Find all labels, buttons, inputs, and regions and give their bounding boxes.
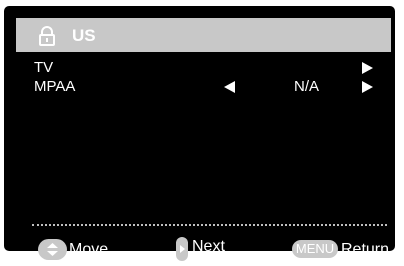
page-title: US [72,26,96,45]
move-key-icon [38,239,67,260]
footer-divider [32,224,387,226]
rating-row-mpaa[interactable]: MPAA N/A [16,78,391,96]
tv-osd-frame: US TV MPAA N/A Move Next MENU Return [4,6,395,261]
next-key-icon [176,237,188,261]
lock-icon [39,26,55,46]
row-label: MPAA [34,78,76,95]
move-hint-label: Move [69,241,109,258]
row-label: TV [34,59,54,76]
row-value: N/A [294,78,320,95]
arrow-right-icon[interactable] [362,81,373,93]
arrow-right-icon[interactable] [362,62,373,74]
next-hint-label: Next [192,238,225,255]
rating-row-tv[interactable]: TV [16,59,391,77]
menu-key-icon: MENU [292,240,338,258]
arrow-left-icon[interactable] [224,81,235,93]
osd-screen: US TV MPAA N/A Move Next MENU Return [16,18,391,261]
return-hint-label: Return [341,241,390,258]
title-bar: US [16,18,391,52]
